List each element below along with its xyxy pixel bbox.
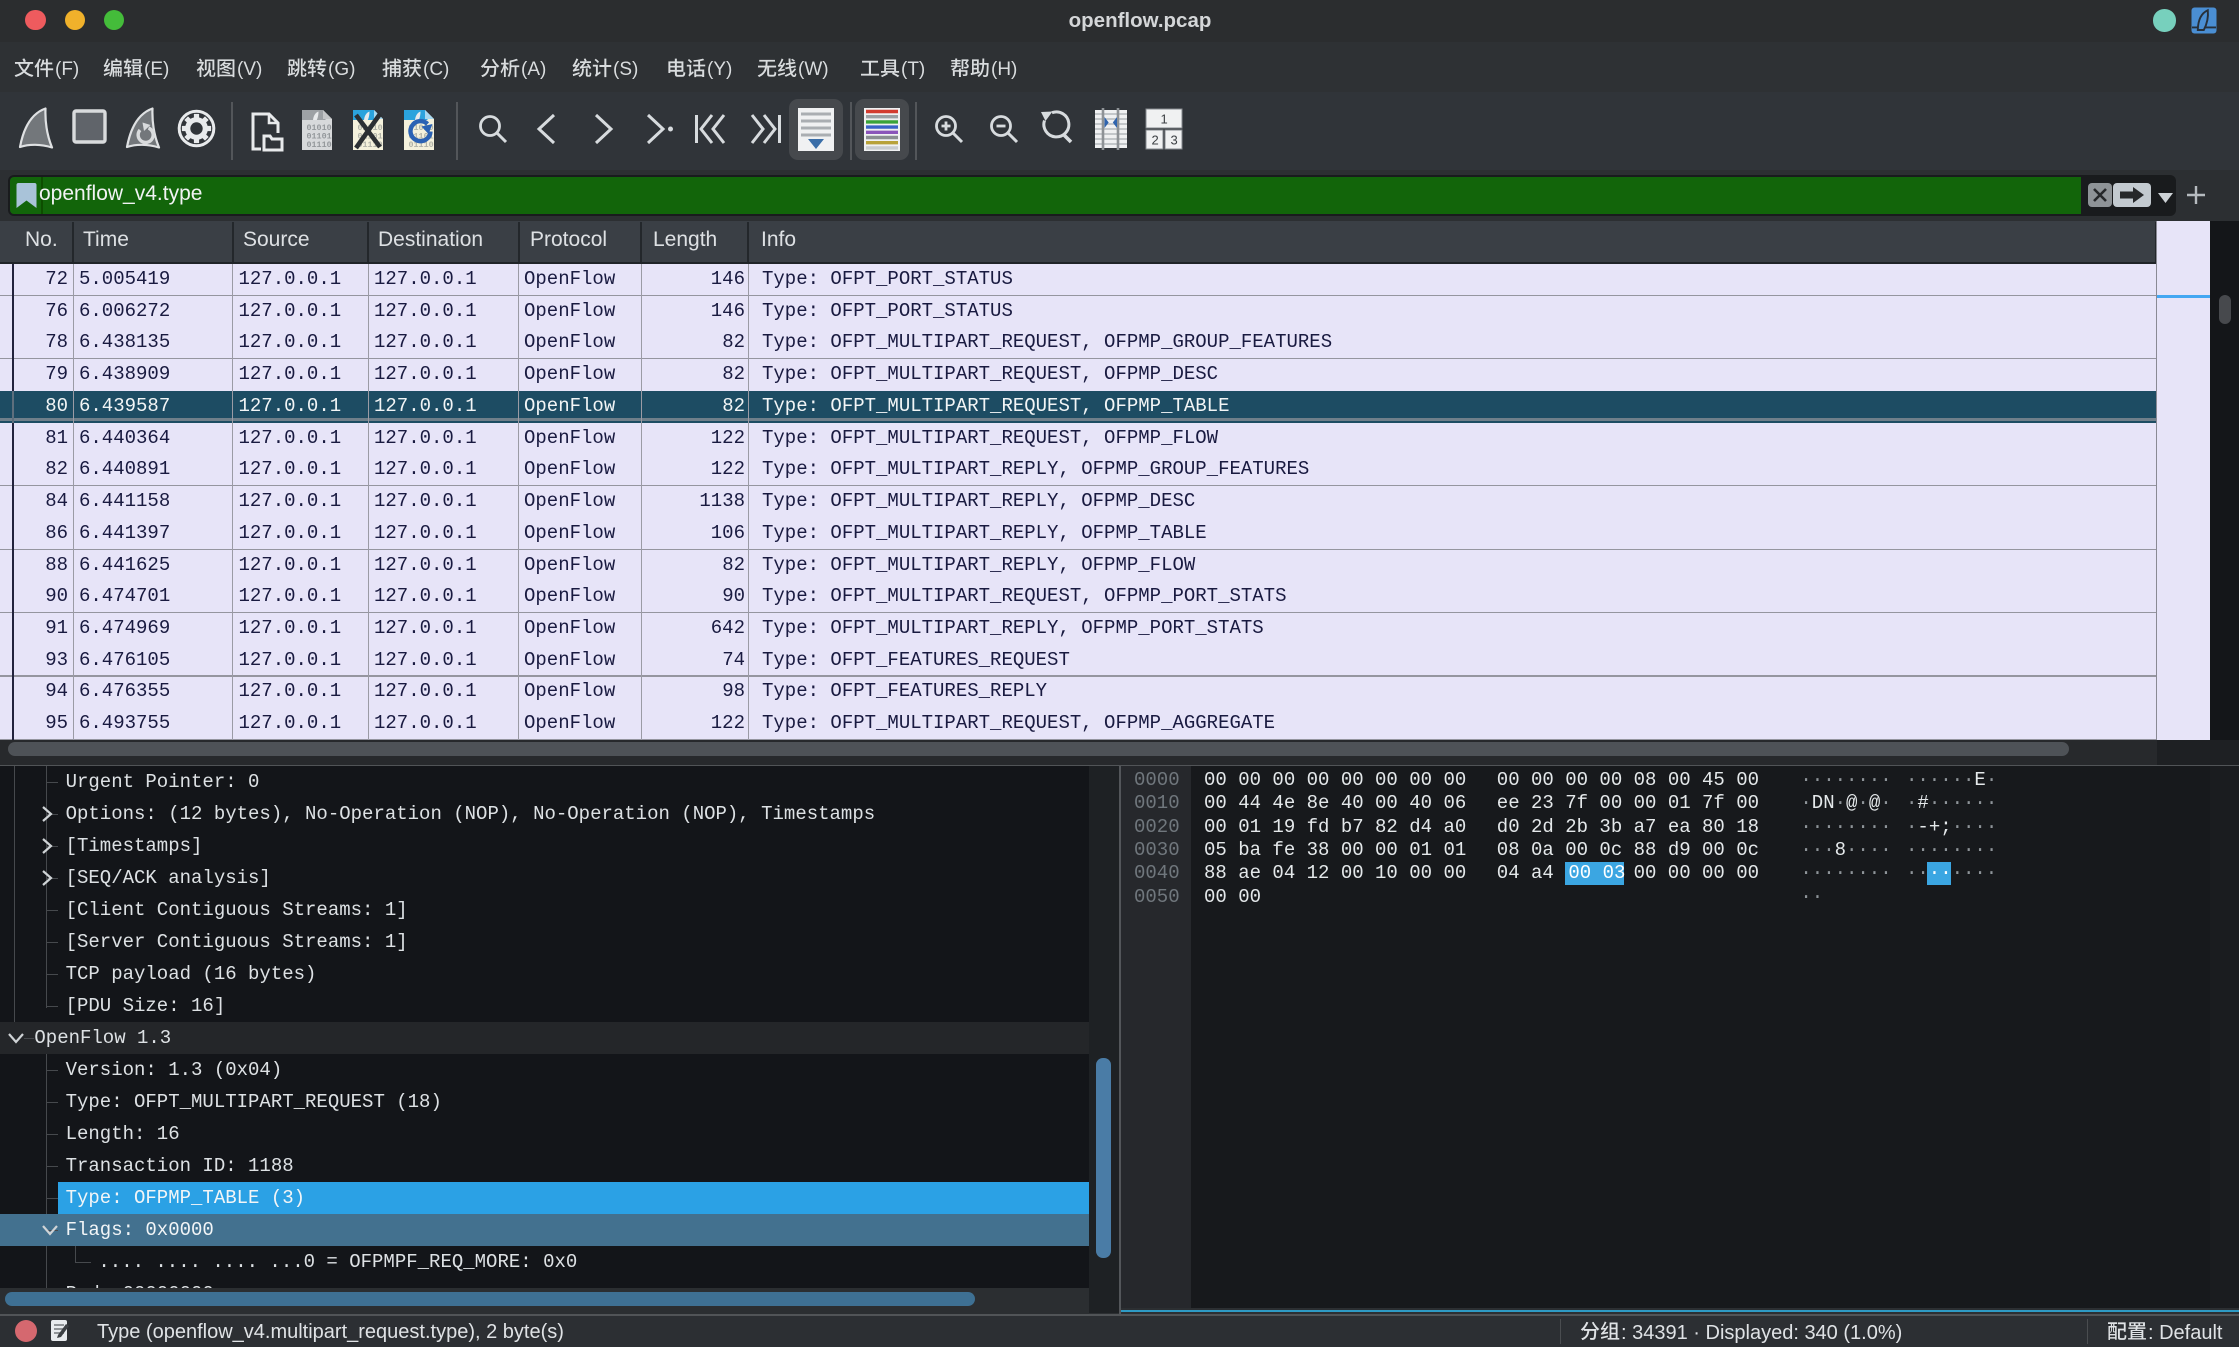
- svg-text:01110: 01110: [307, 140, 332, 150]
- svg-text:1: 1: [1161, 112, 1168, 127]
- svg-text:2: 2: [1152, 133, 1159, 148]
- svg-text:3: 3: [1171, 133, 1178, 148]
